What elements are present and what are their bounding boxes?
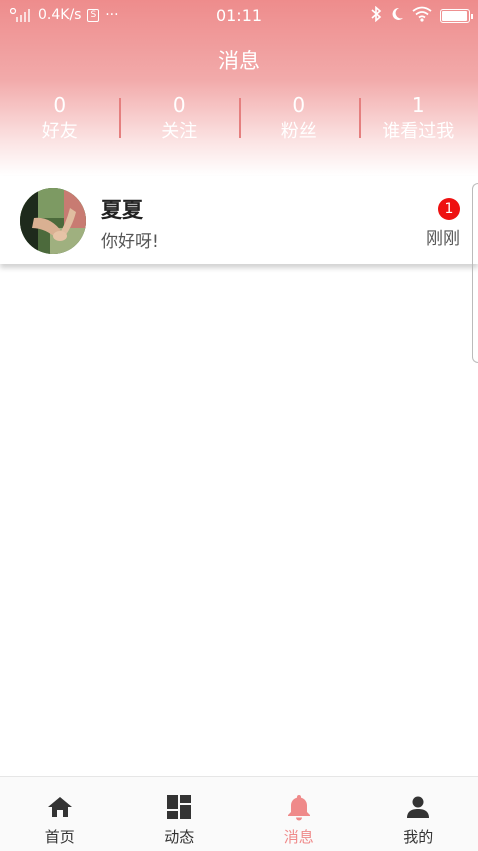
- contact-name: 夏夏: [101, 194, 143, 224]
- dashboard-icon: [120, 792, 240, 822]
- battery-level: [442, 11, 467, 21]
- tab-profile-label: 我的: [359, 826, 478, 848]
- stat-visitors-label: 谁看过我: [359, 118, 478, 146]
- tab-home[interactable]: 首页: [0, 777, 120, 851]
- bluetooth-icon: [370, 6, 382, 26]
- tab-messages[interactable]: 消息: [239, 777, 359, 851]
- unread-badge: 1: [438, 198, 460, 220]
- moon-icon: [390, 6, 404, 26]
- bottom-tab-bar: 首页 动态 消息 我的: [0, 776, 478, 851]
- stat-friends-label: 好友: [0, 118, 120, 146]
- stat-visitors-count: 1: [359, 92, 478, 118]
- stat-following-label: 关注: [120, 118, 240, 146]
- message-list: 夏夏 你好呀! 1 刚刚: [0, 176, 478, 264]
- stat-friends[interactable]: 0 好友: [0, 92, 120, 148]
- home-icon: [0, 792, 120, 822]
- status-bar: 0.4K/s S ··· 01:11: [0, 0, 478, 32]
- tab-home-label: 首页: [0, 826, 120, 848]
- stat-visitors[interactable]: 1 谁看过我: [359, 92, 478, 148]
- stat-divider: [239, 98, 241, 138]
- side-drawer-handle[interactable]: [472, 183, 478, 363]
- message-time: 刚刚: [426, 224, 460, 249]
- person-icon: [359, 792, 478, 822]
- battery-icon: [440, 9, 470, 23]
- page-title: 消息: [0, 45, 478, 75]
- stats-row: 0 好友 0 关注 0 粉丝 1 谁看过我: [0, 92, 478, 148]
- stat-divider: [359, 98, 361, 138]
- message-preview: 你好呀!: [101, 227, 159, 252]
- tab-feed-label: 动态: [120, 826, 240, 848]
- wifi-icon: [412, 6, 432, 26]
- stat-divider: [119, 98, 121, 138]
- stat-following[interactable]: 0 关注: [120, 92, 240, 148]
- tab-messages-label: 消息: [239, 826, 359, 848]
- stat-following-count: 0: [120, 92, 240, 118]
- tab-profile[interactable]: 我的: [359, 777, 478, 851]
- bell-icon: [239, 792, 359, 822]
- stat-friends-count: 0: [0, 92, 120, 118]
- stat-fans-label: 粉丝: [239, 118, 359, 146]
- tab-feed[interactable]: 动态: [120, 777, 240, 851]
- stat-fans[interactable]: 0 粉丝: [239, 92, 359, 148]
- avatar: [20, 188, 86, 254]
- message-item[interactable]: 夏夏 你好呀! 1 刚刚: [0, 176, 478, 264]
- stat-fans-count: 0: [239, 92, 359, 118]
